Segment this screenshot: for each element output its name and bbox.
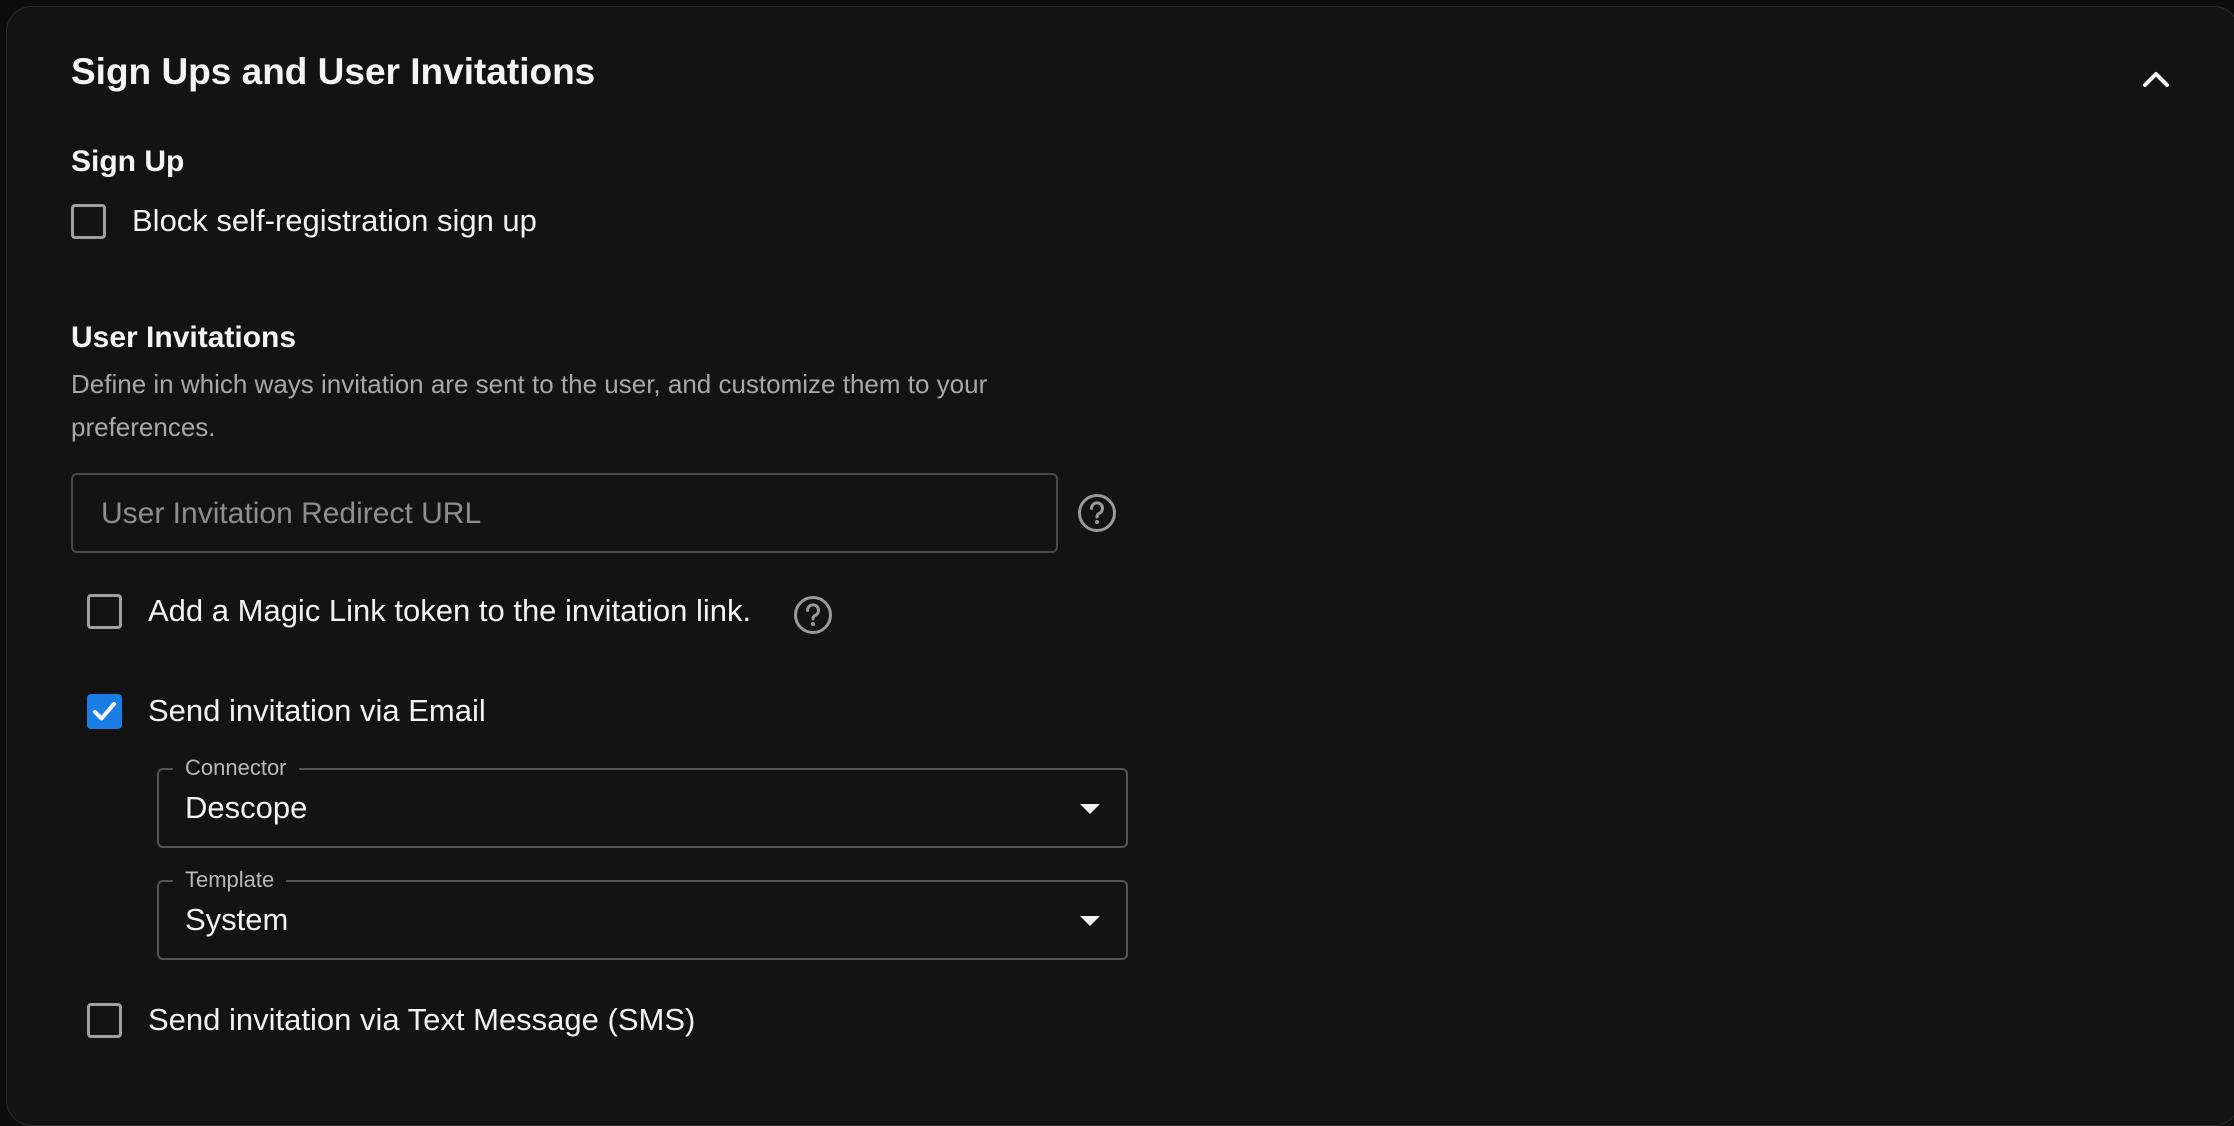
help-circle-icon (794, 596, 832, 634)
section-title: Sign Ups and User Invitations (71, 51, 596, 92)
magic-link-label: Add a Magic Link token to the invitation… (148, 593, 752, 628)
template-label: Template (173, 868, 287, 892)
caret-down-icon (1080, 804, 1100, 814)
magic-link-help-button[interactable] (793, 595, 833, 635)
magic-link-checkbox[interactable] (87, 593, 122, 629)
connector-select[interactable]: Connector Descope (157, 756, 1128, 848)
send-via-sms-label: Send invitation via Text Message (SMS) (148, 1002, 696, 1037)
redirect-url-field[interactable] (71, 473, 1058, 553)
checkmark-icon (93, 701, 116, 720)
caret-down-icon (1080, 916, 1100, 926)
user-invitations-description: Define in which ways invitation are sent… (71, 369, 988, 442)
connector-label: Connector (173, 756, 299, 780)
settings-panel: Sign Ups and User Invitations Sign Up Bl… (6, 6, 2234, 1126)
template-value: System (185, 902, 289, 937)
block-self-registration-option[interactable]: Block self-registration sign up (71, 203, 537, 239)
help-circle-icon (1078, 494, 1116, 532)
connector-value: Descope (185, 790, 308, 825)
send-via-email-checkbox[interactable] (87, 693, 122, 729)
chevron-up-icon (2143, 72, 2169, 87)
send-via-sms-option[interactable]: Send invitation via Text Message (SMS) (87, 1002, 695, 1038)
send-via-sms-checkbox[interactable] (87, 1002, 122, 1038)
user-invitations-heading: User Invitations (71, 321, 297, 354)
block-self-registration-checkbox[interactable] (71, 203, 106, 239)
send-via-email-option[interactable]: Send invitation via Email (87, 693, 486, 729)
block-self-registration-label: Block self-registration sign up (132, 203, 537, 238)
magic-link-option[interactable]: Add a Magic Link token to the invitation… (87, 593, 751, 629)
redirect-url-help-button[interactable] (1077, 493, 1117, 533)
send-via-email-label: Send invitation via Email (148, 693, 486, 728)
template-select[interactable]: Template System (157, 868, 1128, 960)
sign-up-heading: Sign Up (71, 145, 185, 178)
collapse-button[interactable] (2131, 55, 2181, 105)
redirect-url-input[interactable] (99, 475, 1033, 553)
